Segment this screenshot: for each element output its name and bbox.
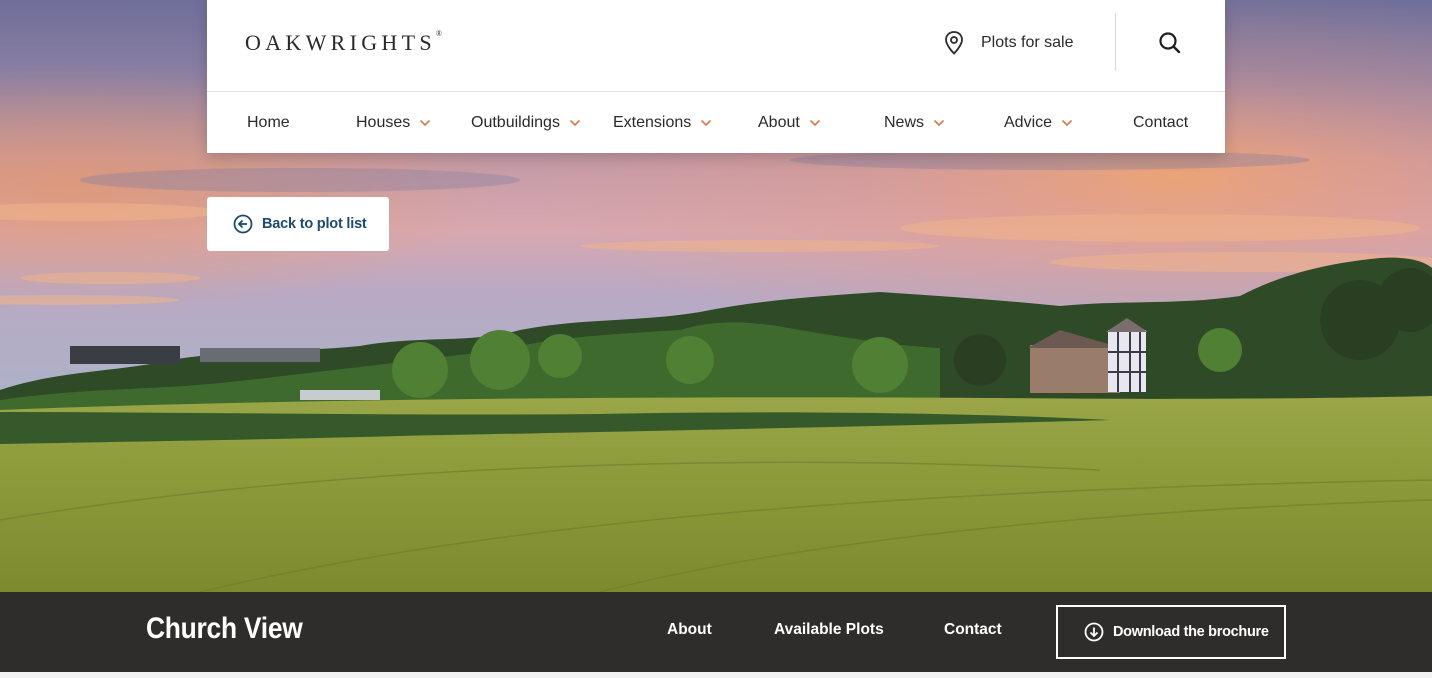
header-divider <box>1115 13 1116 71</box>
back-button-label: Back to plot list <box>262 216 367 232</box>
arrow-left-circle-icon <box>233 214 253 234</box>
download-circle-icon <box>1084 622 1104 642</box>
chevron-down-icon <box>701 119 712 127</box>
nav-item-houses[interactable]: Houses <box>356 112 431 134</box>
development-subnav-bar: Church View About Available Plots Contac… <box>0 592 1432 672</box>
logo-text: OAKWRIGHTS <box>245 30 436 55</box>
nav-item-label: News <box>884 114 925 131</box>
plots-for-sale-label: Plots for sale <box>981 34 1074 51</box>
chevron-down-icon <box>569 119 581 127</box>
search-icon <box>1159 32 1181 54</box>
nav-item-home[interactable]: Home <box>247 112 290 134</box>
nav-item-contact[interactable]: Contact <box>1133 112 1188 134</box>
download-brochure-button[interactable]: Download the brochure <box>1056 605 1286 659</box>
map-pin-icon <box>945 31 963 55</box>
header-top-bar: OAKWRIGHTS® Plots for sale <box>207 0 1225 92</box>
oakwrights-logo[interactable]: OAKWRIGHTS® <box>245 28 442 56</box>
nav-item-label: Contact <box>1133 114 1189 131</box>
chevron-down-icon <box>420 119 431 127</box>
chevron-down-icon <box>1061 119 1073 127</box>
nav-item-label: Home <box>247 114 290 131</box>
nav-item-label: Extensions <box>613 114 692 131</box>
plots-for-sale-link[interactable]: Plots for sale <box>943 30 1073 56</box>
nav-item-label: About <box>758 114 800 131</box>
nav-item-label: Outbuildings <box>471 114 560 131</box>
nav-item-advice[interactable]: Advice <box>1004 112 1073 134</box>
back-to-plot-list-button[interactable]: Back to plot list <box>207 197 389 251</box>
nav-item-label: Houses <box>356 114 411 131</box>
search-button[interactable] <box>1155 28 1185 58</box>
nav-item-extensions[interactable]: Extensions <box>613 112 712 134</box>
chevron-down-icon <box>933 119 945 127</box>
site-header: OAKWRIGHTS® Plots for sale Home Houses O… <box>207 0 1225 153</box>
brochure-button-label: Download the brochure <box>1113 624 1269 640</box>
subnav-about-link[interactable]: About <box>667 621 712 639</box>
nav-item-about[interactable]: About <box>758 112 821 134</box>
development-title: Church View <box>146 612 303 645</box>
nav-item-label: Advice <box>1004 114 1053 131</box>
subnav-contact-link[interactable]: Contact <box>944 621 1002 639</box>
nav-item-news[interactable]: News <box>884 112 945 134</box>
logo-registered-mark: ® <box>435 28 442 38</box>
main-navigation: Home Houses Outbuildings Extensions Abou… <box>207 92 1225 153</box>
chevron-down-icon <box>809 119 820 127</box>
nav-item-outbuildings[interactable]: Outbuildings <box>471 112 581 134</box>
subnav-available-plots-link[interactable]: Available Plots <box>774 621 884 639</box>
